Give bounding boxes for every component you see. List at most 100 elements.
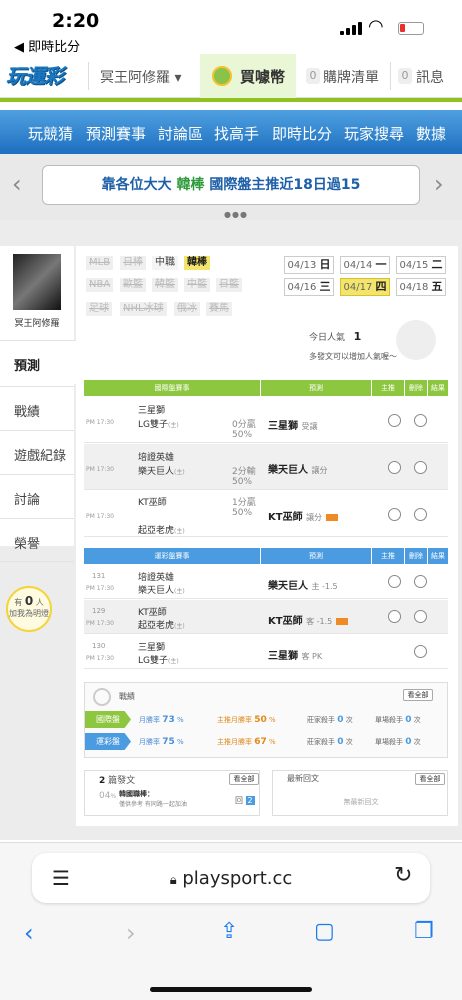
game-time: PM 17:30: [86, 513, 114, 520]
league-mlb[interactable]: MLB: [86, 256, 114, 270]
main-pick-radio[interactable]: [388, 610, 401, 623]
site-logo[interactable]: 玩運彩: [6, 60, 76, 90]
replies-view-all-button[interactable]: 看全部: [415, 773, 445, 785]
sidebar-item-record[interactable]: 戰績: [0, 386, 74, 430]
nav-item-stats[interactable]: 數據: [416, 123, 446, 144]
nav-item-predict[interactable]: 預測賽事: [86, 123, 146, 144]
date-text: 04/17: [343, 282, 373, 293]
banner-next-icon[interactable]: ›: [434, 170, 444, 198]
cat-mascot-icon: [396, 320, 436, 360]
odds-pct: 50%: [232, 508, 253, 518]
address-bar[interactable]: ☰ 🔒︎ playsport.cc ↻: [32, 853, 430, 903]
reply-count: 2: [245, 796, 255, 805]
popularity: 今日人氣 1: [309, 330, 361, 343]
date-text: 04/14: [343, 260, 373, 271]
follow-pre: 有: [14, 598, 23, 607]
prediction-team: 樂天巨人: [268, 581, 308, 592]
table-row: 129 PM 17:30 KT巫師 起亞老虎(主) KT巫師 客 -1.5: [84, 600, 448, 634]
stat-unit: 次: [413, 716, 421, 724]
banner-post: 國際盤主推近18日過15: [204, 177, 361, 193]
buy-coin-button[interactable]: 買噱幣: [200, 54, 296, 98]
stat-value: 0: [337, 715, 344, 725]
url-value: playsport.cc: [182, 868, 293, 889]
league-horse-racing[interactable]: 賽馬: [206, 302, 232, 316]
date-0418[interactable]: 04/18 五: [396, 278, 446, 296]
post-date: 04%: [99, 791, 116, 801]
odds-line: 1分贏: [232, 498, 256, 508]
stat-unit: 次: [345, 738, 353, 746]
date-0415[interactable]: 04/15 二: [396, 256, 446, 274]
user-menu[interactable]: 冥王阿修羅 ▾: [100, 67, 181, 87]
record-view-all-button[interactable]: 看全部: [403, 689, 433, 701]
nav-item-livescore[interactable]: 即時比分: [272, 123, 332, 144]
sidebar-item-discussion[interactable]: 討論: [0, 474, 74, 518]
delete-radio[interactable]: [414, 414, 427, 427]
league-kbo[interactable]: 韓棒: [184, 256, 210, 270]
reload-icon[interactable]: ↻: [394, 863, 412, 888]
back-icon[interactable]: ‹: [24, 919, 34, 947]
delete-radio[interactable]: [414, 575, 427, 588]
post-title[interactable]: 韓國職棒：: [119, 789, 154, 799]
monthly-rate: 月勝率 75 %: [139, 737, 184, 747]
popularity-label: 今日人氣: [309, 333, 346, 343]
weekday: 一: [375, 258, 387, 271]
nav-item-guess[interactable]: 玩競猜: [28, 123, 73, 144]
sidebar-item-predict[interactable]: 預測: [0, 340, 76, 384]
record-summary: 戰績 看全部 國際盤 月勝率 73 % 主推月勝率 50 % 莊家殺手 0 次 …: [84, 682, 448, 758]
sidebar-item-game-log[interactable]: 遊戲紀錄: [0, 430, 74, 474]
main-pick-radio[interactable]: [388, 414, 401, 427]
main-pick-radio[interactable]: [388, 575, 401, 588]
league-cba[interactable]: 中籃: [184, 278, 210, 292]
stat-label: 月勝率: [139, 738, 160, 746]
league-kbl[interactable]: 韓籃: [152, 278, 178, 292]
date-0416[interactable]: 04/16 三: [284, 278, 334, 296]
nav-item-player-search[interactable]: 玩家搜尋: [344, 123, 404, 144]
nav-item-forum[interactable]: 討論區: [158, 123, 203, 144]
main-pick-radio[interactable]: [388, 508, 401, 521]
stat-unit: 次: [345, 716, 353, 724]
th-sportslottery: 運彩盤賽事: [84, 548, 260, 564]
url-text: 🔒︎ playsport.cc: [32, 868, 430, 889]
share-icon[interactable]: ⇪: [220, 919, 238, 944]
league-khl[interactable]: 俄冰: [174, 302, 200, 316]
cart-link[interactable]: 購牌清單: [323, 67, 379, 87]
forward-icon[interactable]: ›: [126, 919, 136, 947]
posts-view-all-button[interactable]: 看全部: [229, 773, 259, 785]
back-to-app-link[interactable]: ◀ 即時比分: [14, 36, 80, 55]
table-row: PM 17:30 培證英雄 樂天巨人(主) 2分輸 50% 樂天巨人 讓分: [84, 444, 448, 490]
tabs-icon[interactable]: ❐: [414, 919, 434, 944]
league-nba[interactable]: NBA: [86, 278, 114, 292]
delete-radio[interactable]: [414, 461, 427, 474]
follow-count: 0: [24, 594, 34, 608]
prediction: 樂天巨人 主 -1.5: [268, 577, 338, 592]
team-home-name: LG雙子: [138, 656, 168, 666]
delete-radio[interactable]: [414, 645, 427, 658]
main-pick-radio[interactable]: [388, 461, 401, 474]
weekday: 日: [319, 258, 331, 271]
posts-box: 2 篇發文 看全部 04% 韓國職棒： 僅供參考 有同路一起加油 回 2: [84, 770, 260, 816]
date-text: 04/15: [399, 260, 429, 271]
stat-value: 0: [337, 737, 344, 747]
date-0413[interactable]: 04/13 日: [284, 256, 334, 274]
follow-bulb-badge[interactable]: 有 0 人 加我為明燈: [6, 586, 52, 632]
message-link[interactable]: 訊息: [416, 67, 444, 87]
league-nhl[interactable]: NHL冰球: [120, 302, 167, 316]
date-0417[interactable]: 04/17 四: [340, 278, 390, 296]
sidebar-item-honor[interactable]: 榮譽: [0, 518, 74, 562]
league-cpbl[interactable]: 中職: [152, 256, 178, 270]
banner-prev-icon[interactable]: ‹: [12, 170, 22, 198]
delete-radio[interactable]: [414, 508, 427, 521]
follow-post: 人: [35, 598, 44, 607]
team-away: KT巫師: [138, 608, 167, 618]
league-soccer[interactable]: 足球: [86, 302, 112, 316]
prediction-team: 三星獅: [268, 651, 298, 662]
date-0414[interactable]: 04/14 一: [340, 256, 390, 274]
delete-radio[interactable]: [414, 610, 427, 623]
banner-text[interactable]: 靠各位大大 韓棒 國際盤主推近18日過15: [42, 165, 420, 205]
league-b-league[interactable]: 日籃: [216, 278, 242, 292]
nav-item-experts[interactable]: 找高手: [214, 123, 259, 144]
league-euro-basketball[interactable]: 歐籃: [120, 278, 146, 292]
league-npb[interactable]: 日棒: [120, 256, 146, 270]
bookmarks-icon[interactable]: ▢: [314, 919, 335, 944]
browser-toolbar: ☰ 🔒︎ playsport.cc ↻ ‹ › ⇪ ▢ ❐: [0, 842, 462, 1000]
